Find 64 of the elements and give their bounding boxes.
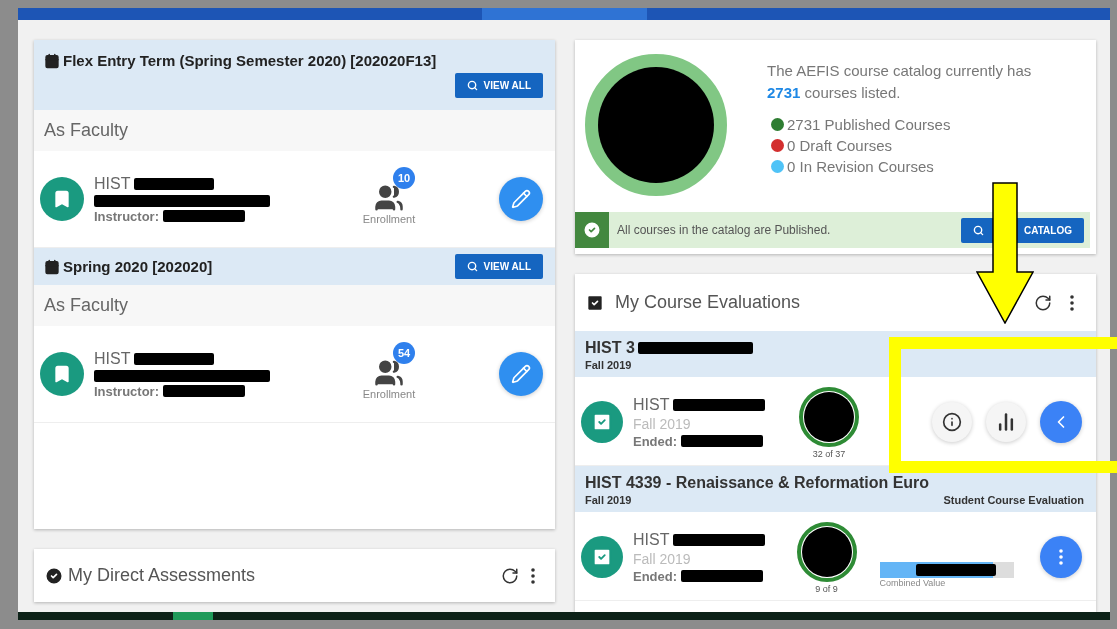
calendar-icon [44,52,60,69]
search-icon [466,261,478,272]
edit-button[interactable] [499,177,543,221]
chart-button[interactable] [986,402,1026,442]
more-icon [1059,549,1063,565]
group-title: HIST 3 [585,339,635,357]
ended-label: Ended: [633,433,678,449]
progress-count: 9 of 9 [815,584,838,594]
view-all-button[interactable]: VIEW ALL [454,254,543,279]
legend-label: 2731 Published Courses [787,116,951,133]
legend-label: 0 Draft Courses [787,137,893,154]
ended-label: Ended: [633,568,678,584]
pencil-icon [511,364,531,384]
check-circle-icon [44,565,64,586]
group-title: HIST 4339 - Renaissance & Reformation Euro [585,474,930,492]
book-icon [40,352,84,396]
term-title: Spring 2020 [202020] [63,258,213,275]
people-icon [374,183,404,213]
card-title: My Direct Assessments [68,565,257,586]
pencil-icon [511,189,531,209]
course-code: HIST [94,174,131,193]
view-all-button[interactable]: VIEW ALL [454,73,543,98]
course-term: Fall 2019 [633,415,692,432]
enrollment-label: Enrollment [362,213,416,225]
evaluation-type: Student Course Evaluation [943,494,1084,506]
info-button[interactable] [932,402,972,442]
scroll-indicator [173,612,213,620]
people-icon [374,358,404,388]
info-icon [942,412,962,432]
checkbox-icon [581,536,623,578]
notice-text: All courses in the catalog are Published. [616,223,832,237]
course-code: HIST [633,530,670,549]
instructor-label: Instructor: [94,208,159,224]
refresh-icon [501,566,519,585]
section-label: As Faculty [34,285,555,326]
count-badge: 10 [393,167,415,189]
progress-ring [797,385,861,449]
progress-ring [794,520,859,584]
legend-label: 0 In Revision Courses [787,158,934,175]
course-code: HIST [94,349,131,368]
course-term: Fall 2019 [633,550,692,567]
refresh-icon [1034,293,1052,312]
collapse-button[interactable] [1040,401,1082,443]
group-term: Fall 2019 [585,494,632,506]
search-icon [973,224,985,236]
enrollment-label: Enrollment [362,388,416,400]
count-badge: 54 [393,342,415,364]
more-icon [531,567,535,584]
search-icon [466,80,478,91]
bar-chart-icon [996,412,1016,432]
more-icon [1070,294,1074,311]
checkbox-icon [581,401,623,443]
progress-count: 32 of 37 [812,449,846,459]
catalog-summary: The AEFIS course catalog currently has 2731 courses listed. [767,61,1033,103]
instructor-label: Instructor: [94,383,159,399]
course-code: HIST [633,395,670,414]
calendar-icon [44,258,60,275]
section-label: As Faculty [34,110,555,151]
card-title: My Course Evaluations [615,292,802,313]
edit-button[interactable] [499,352,543,396]
book-icon [40,177,84,221]
group-term: Fall 2019 [585,359,632,371]
bar-label: Combined Value [879,578,947,588]
term-title: Flex Entry Term (Spring Semester 2020) [202020F13] [63,52,437,69]
